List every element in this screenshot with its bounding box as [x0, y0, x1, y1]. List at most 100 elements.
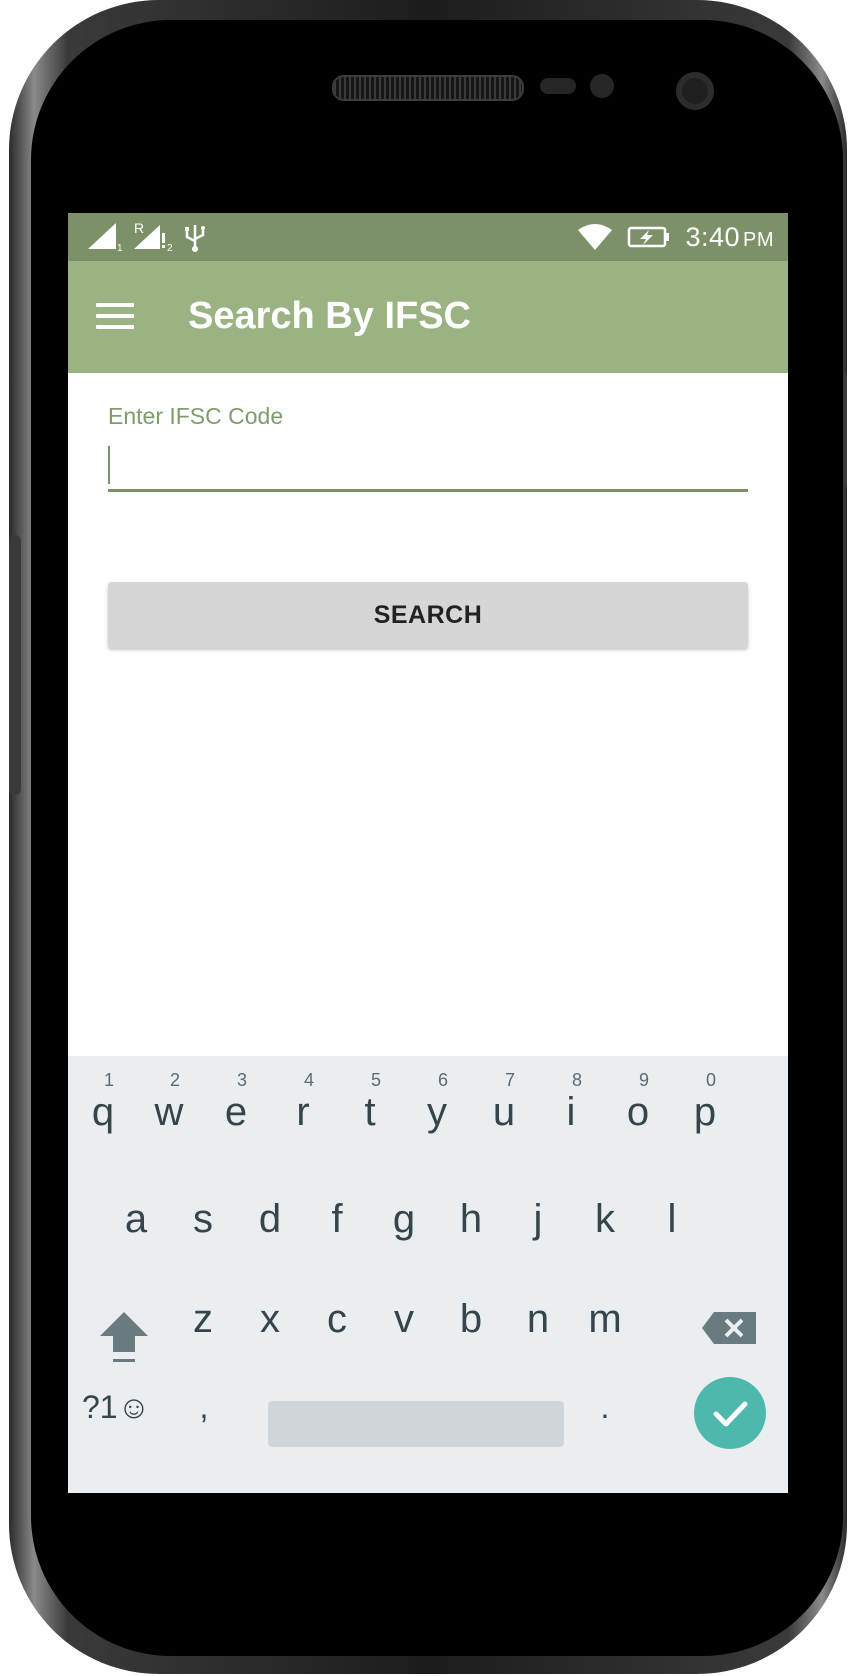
light-sensor [590, 74, 614, 98]
key-label: c [327, 1297, 347, 1341]
clock-time: 3:40 [685, 221, 740, 252]
key-hint: 8 [572, 1070, 583, 1090]
text-cursor [108, 446, 110, 484]
battery-charging-icon [628, 226, 670, 248]
key-label: z [193, 1297, 213, 1341]
key-t[interactable]: 5t [337, 1056, 403, 1156]
key-label: q [91, 1090, 115, 1134]
key-label: d [258, 1197, 282, 1241]
done-key[interactable] [694, 1377, 766, 1449]
key-h[interactable]: h [438, 1169, 504, 1269]
wifi-icon [578, 224, 613, 250]
search-button[interactable]: SEARCH [108, 582, 748, 648]
checkmark-icon [713, 1401, 748, 1427]
period-key[interactable]: . [580, 1384, 630, 1430]
key-label: e [224, 1090, 248, 1134]
status-clock: 3:40 PM [685, 222, 774, 253]
svg-text:R: R [134, 221, 144, 236]
svg-text:2: 2 [167, 243, 173, 253]
key-label: b [459, 1297, 483, 1341]
key-label: u [492, 1090, 516, 1134]
key-label: j [533, 1197, 543, 1241]
key-n[interactable]: n [505, 1269, 571, 1369]
key-p[interactable]: 0p [672, 1056, 738, 1156]
key-label: r [296, 1090, 310, 1134]
key-label: p [693, 1090, 717, 1134]
key-hint: 1 [104, 1070, 115, 1090]
key-label: n [526, 1297, 550, 1341]
key-hint: 0 [706, 1070, 717, 1090]
key-q[interactable]: 1q [70, 1056, 136, 1156]
earpiece-speaker [332, 75, 524, 101]
key-hint: 7 [505, 1070, 516, 1090]
usb-icon [185, 225, 205, 252]
key-label: f [331, 1197, 343, 1241]
key-l[interactable]: l [639, 1169, 705, 1269]
key-label: t [364, 1090, 376, 1134]
key-e[interactable]: 3e [203, 1056, 269, 1156]
key-label: w [154, 1090, 184, 1134]
hamburger-menu-icon[interactable] [96, 297, 138, 337]
key-hint: 5 [371, 1070, 382, 1090]
backspace-icon [702, 1312, 756, 1344]
key-k[interactable]: k [572, 1169, 638, 1269]
shift-key[interactable] [94, 1306, 154, 1366]
key-hint: 9 [639, 1070, 650, 1090]
ifsc-field-label: Enter IFSC Code [108, 403, 284, 429]
volume-button [9, 535, 21, 795]
key-label: l [667, 1197, 677, 1241]
signal-sim2-roaming-icon: R 2 [134, 221, 173, 253]
key-hint: 6 [438, 1070, 449, 1090]
key-w[interactable]: 2w [136, 1056, 202, 1156]
key-label: x [260, 1297, 280, 1341]
key-label: h [459, 1197, 483, 1241]
key-hint: 3 [237, 1070, 248, 1090]
key-m[interactable]: m [572, 1269, 638, 1369]
space-bar[interactable] [268, 1401, 564, 1447]
key-j[interactable]: j [505, 1169, 571, 1269]
key-hint: 4 [304, 1070, 315, 1090]
soft-keyboard: 1q 2w 3e 4r 5t 6y 7u 8i 9o 0p a s d f g … [68, 1056, 788, 1493]
clock-ampm: PM [743, 228, 774, 251]
key-y[interactable]: 6y [404, 1056, 470, 1156]
key-z[interactable]: z [170, 1269, 236, 1369]
key-label: a [124, 1197, 148, 1241]
key-a[interactable]: a [103, 1169, 169, 1269]
page-title: Search By IFSC [188, 295, 471, 337]
key-label: g [392, 1197, 416, 1241]
proximity-sensor [540, 78, 576, 94]
status-right-icons: 3:40 PM [577, 221, 774, 253]
key-b[interactable]: b [438, 1269, 504, 1369]
status-bar: 1 R 2 3:40 PM [68, 213, 788, 261]
key-g[interactable]: g [371, 1169, 437, 1269]
key-x[interactable]: x [237, 1269, 303, 1369]
key-label: s [193, 1197, 213, 1241]
front-camera [676, 72, 714, 110]
key-u[interactable]: 7u [471, 1056, 537, 1156]
status-left-icons: 1 R 2 [86, 221, 208, 253]
key-i[interactable]: 8i [538, 1056, 604, 1156]
key-d[interactable]: d [237, 1169, 303, 1269]
key-label: k [595, 1197, 615, 1241]
key-label: i [566, 1090, 576, 1134]
key-hint: 2 [170, 1070, 181, 1090]
key-label: o [626, 1090, 650, 1134]
key-v[interactable]: v [371, 1269, 437, 1369]
key-label: m [588, 1297, 622, 1341]
key-label: v [394, 1297, 414, 1341]
key-s[interactable]: s [170, 1169, 236, 1269]
key-f[interactable]: f [304, 1169, 370, 1269]
symbols-key[interactable]: ?1☺ [82, 1384, 166, 1430]
app-bar: Search By IFSC [68, 261, 788, 373]
screen: 1 R 2 3:40 PM Search By IFSC Enter IFSC … [68, 213, 788, 1493]
main-content: Enter IFSC Code SEARCH [68, 373, 788, 1056]
ifsc-input[interactable] [108, 437, 748, 492]
comma-key[interactable]: , [184, 1384, 224, 1430]
key-r[interactable]: 4r [270, 1056, 336, 1156]
key-label: y [427, 1090, 447, 1134]
key-o[interactable]: 9o [605, 1056, 671, 1156]
shift-arrow-icon [100, 1312, 148, 1362]
backspace-key[interactable] [700, 1304, 760, 1354]
key-c[interactable]: c [304, 1269, 370, 1369]
svg-text:1: 1 [117, 243, 123, 253]
